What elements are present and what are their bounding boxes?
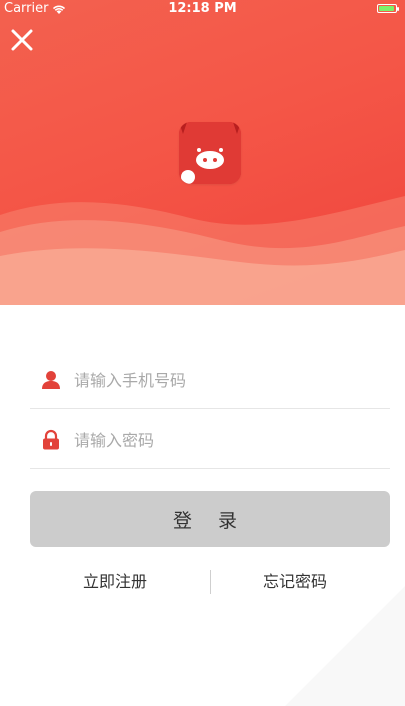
password-field: [30, 412, 390, 469]
app-logo: [179, 122, 241, 184]
pig-logo-icon: [179, 122, 241, 184]
links-divider: [210, 570, 211, 594]
phone-input[interactable]: [74, 370, 364, 390]
battery-level: [379, 6, 394, 11]
battery-icon: [377, 4, 399, 13]
password-input[interactable]: [74, 430, 364, 450]
status-bar: Carrier 12:18 PM: [0, 0, 405, 18]
lock-icon: [43, 429, 59, 450]
close-icon: [11, 29, 33, 51]
corner-decoration: [285, 586, 405, 706]
login-button[interactable]: 登 录: [30, 491, 390, 547]
user-icon: [42, 371, 60, 389]
header-banner: Carrier 12:18 PM: [0, 0, 405, 305]
close-button[interactable]: [8, 26, 36, 54]
clock: 12:18 PM: [168, 1, 237, 16]
phone-field: [30, 352, 390, 409]
register-link[interactable]: 立即注册: [35, 567, 195, 597]
